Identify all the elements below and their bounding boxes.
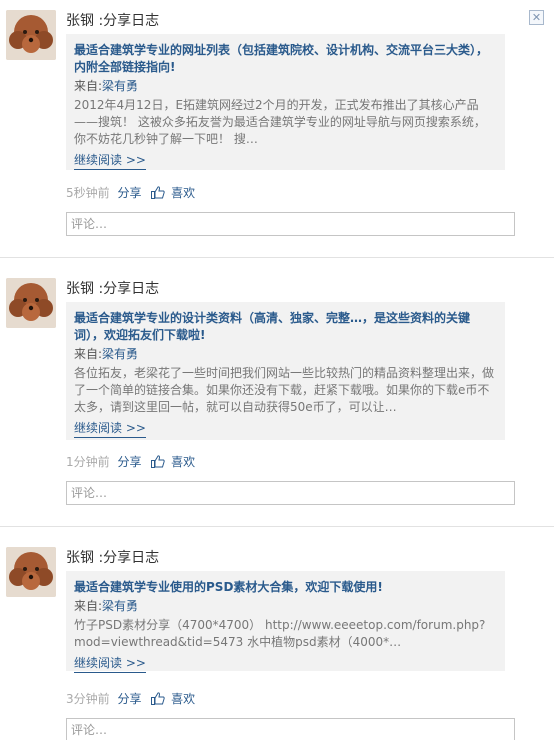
from-line: 来自:梁有勇 <box>74 346 497 363</box>
thumbs-up-icon[interactable] <box>151 455 165 468</box>
action-text: :分享日志 <box>98 13 160 29</box>
item-header: 张钢 :分享日志 <box>66 278 159 298</box>
feed-item: 张钢 :分享日志 ✕ 最适合建筑学专业的网址列表（包括建筑院校、设计机构、交流平… <box>0 0 554 258</box>
blog-summary: 各位拓友，老梁花了一些时间把我们网站一些比较热门的精品资料整理出来，做了一个简单… <box>74 366 495 414</box>
action-text: :分享日志 <box>98 281 160 297</box>
timestamp: 3分钟前 <box>66 692 110 706</box>
item-meta: 1分钟前 分享 喜欢 <box>66 454 195 470</box>
item-header: 张钢 :分享日志 <box>66 10 159 30</box>
item-header: 张钢 :分享日志 <box>66 547 159 567</box>
thumbs-up-icon[interactable] <box>151 186 165 199</box>
comment-input[interactable]: 评论… <box>66 481 515 505</box>
from-label: 来自: <box>74 79 103 93</box>
timestamp: 5秒钟前 <box>66 186 110 200</box>
avatar[interactable] <box>6 547 56 597</box>
shared-blog-card: 最适合建筑学专业的网址列表（包括建筑院校、设计机构、交流平台三大类），内附全部链… <box>66 34 505 170</box>
shared-blog-card: 最适合建筑学专业使用的PSD素材大合集，欢迎下载使用! 来自:梁有勇 竹子PSD… <box>66 571 505 673</box>
like-button[interactable]: 喜欢 <box>171 186 195 200</box>
blog-title[interactable]: 最适合建筑学专业的设计类资料（高清、独家、完整…，是这些资料的关键词），欢迎拓友… <box>74 310 497 344</box>
comment-input[interactable]: 评论… <box>66 718 515 740</box>
feed-list: 张钢 :分享日志 ✕ 最适合建筑学专业的网址列表（包括建筑院校、设计机构、交流平… <box>0 0 554 740</box>
author-link[interactable]: 张钢 <box>66 281 94 297</box>
blog-summary: 竹子PSD素材分享（4700*4700） http://www.eeeetop.… <box>74 618 486 649</box>
poodle-avatar-icon <box>6 547 56 597</box>
from-author-link[interactable]: 梁有勇 <box>102 79 138 93</box>
feed-item: 张钢 :分享日志 最适合建筑学专业使用的PSD素材大合集，欢迎下载使用! 来自:… <box>0 527 554 740</box>
from-label: 来自: <box>74 347 103 361</box>
close-icon[interactable]: ✕ <box>529 10 544 25</box>
read-more-link[interactable]: 继续阅读 >> <box>74 655 146 673</box>
read-more-link[interactable]: 继续阅读 >> <box>74 420 146 438</box>
avatar[interactable] <box>6 10 56 60</box>
blog-title[interactable]: 最适合建筑学专业使用的PSD素材大合集，欢迎下载使用! <box>74 579 497 596</box>
author-link[interactable]: 张钢 <box>66 13 94 29</box>
like-button[interactable]: 喜欢 <box>171 455 195 469</box>
share-button[interactable]: 分享 <box>117 692 141 706</box>
item-meta: 3分钟前 分享 喜欢 <box>66 691 195 707</box>
from-line: 来自:梁有勇 <box>74 78 497 95</box>
action-text: :分享日志 <box>98 550 160 566</box>
from-author-link[interactable]: 梁有勇 <box>102 599 138 613</box>
from-author-link[interactable]: 梁有勇 <box>102 347 138 361</box>
share-button[interactable]: 分享 <box>117 455 141 469</box>
from-label: 来自: <box>74 599 103 613</box>
thumbs-up-icon[interactable] <box>151 692 165 705</box>
feed-item: 张钢 :分享日志 最适合建筑学专业的设计类资料（高清、独家、完整…，是这些资料的… <box>0 258 554 527</box>
blog-title[interactable]: 最适合建筑学专业的网址列表（包括建筑院校、设计机构、交流平台三大类），内附全部链… <box>74 42 497 76</box>
avatar[interactable] <box>6 278 56 328</box>
blog-summary: 2012年4月12日，E拓建筑网经过2个月的开发，正式发布推出了其核心产品——搜… <box>74 98 486 146</box>
timestamp: 1分钟前 <box>66 455 110 469</box>
poodle-avatar-icon <box>6 278 56 328</box>
share-button[interactable]: 分享 <box>117 186 141 200</box>
author-link[interactable]: 张钢 <box>66 550 94 566</box>
item-meta: 5秒钟前 分享 喜欢 <box>66 185 195 201</box>
comment-input[interactable]: 评论… <box>66 212 515 236</box>
read-more-link[interactable]: 继续阅读 >> <box>74 152 146 170</box>
like-button[interactable]: 喜欢 <box>171 692 195 706</box>
shared-blog-card: 最适合建筑学专业的设计类资料（高清、独家、完整…，是这些资料的关键词），欢迎拓友… <box>66 302 505 440</box>
from-line: 来自:梁有勇 <box>74 598 497 615</box>
poodle-avatar-icon <box>6 10 56 60</box>
